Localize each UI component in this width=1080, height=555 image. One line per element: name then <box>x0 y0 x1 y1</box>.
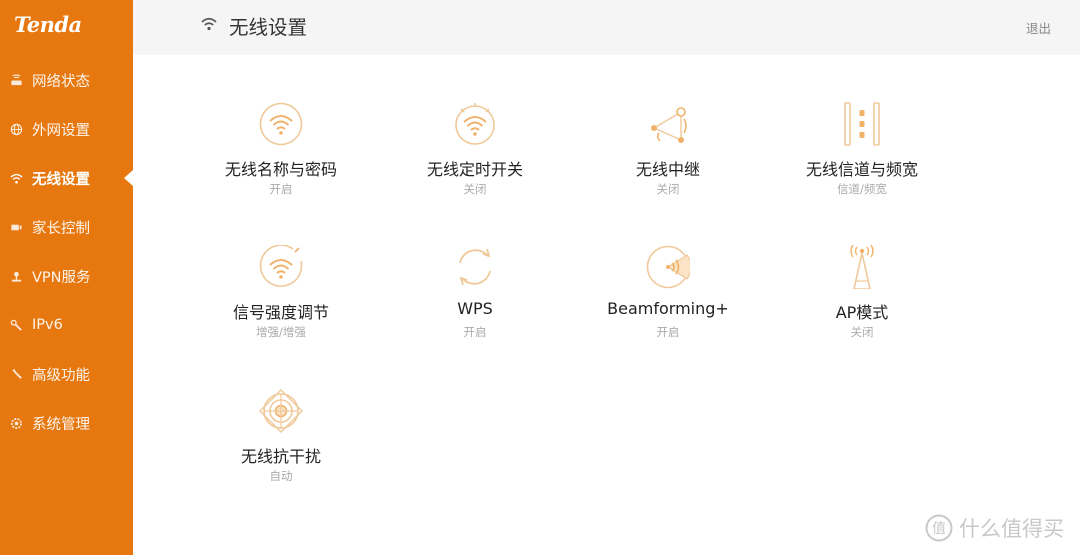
tile-status: 关闭 <box>656 182 680 196</box>
channel-icon <box>840 102 884 146</box>
beamforming-icon <box>646 245 692 289</box>
page-header: 无线设置 退出 <box>133 0 1080 55</box>
anti-interference-icon <box>259 389 303 433</box>
sidebar-item-label: VPN服务 <box>32 269 91 286</box>
globe-icon <box>9 122 23 136</box>
sidebar-item-advanced[interactable]: 高级功能 <box>0 354 133 394</box>
sidebar-item-parental-control[interactable]: 家长控制 <box>0 207 133 247</box>
tile-status: 开启 <box>656 325 680 339</box>
tile-beamforming[interactable]: Beamforming+ 开启 <box>578 245 758 355</box>
wps-icon <box>453 245 497 289</box>
gear-icon <box>9 416 23 430</box>
smzdm-logo-icon: 值 <box>925 514 953 542</box>
tile-title: 信号强度调节 <box>232 303 329 322</box>
sidebar-item-ipv6[interactable]: IPv6 <box>0 305 133 345</box>
sidebar-item-vpn[interactable]: VPN服务 <box>0 256 133 296</box>
tile-title: 无线中继 <box>635 160 700 179</box>
logout-link[interactable]: 退出 <box>1026 18 1051 37</box>
tile-status: 关闭 <box>463 182 487 196</box>
tile-status: 关闭 <box>850 325 874 339</box>
tile-status: 信道/频宽 <box>837 182 887 196</box>
tile-title: 无线名称与密码 <box>224 160 337 179</box>
tile-anti-interference[interactable]: 无线抗干扰 自动 <box>191 389 371 499</box>
router-icon <box>9 73 23 87</box>
wifi-icon <box>9 171 23 185</box>
wifi-icon <box>200 15 218 33</box>
sidebar: Tenda 网络状态 外网设置 无线设置 家长控制 VPN服务 IPv6 高级功… <box>0 0 133 555</box>
watermark: 值 什么值得买 <box>925 513 1064 543</box>
sidebar-item-label: 家长控制 <box>32 220 90 237</box>
tile-title: 无线信道与频宽 <box>805 160 918 179</box>
sidebar-item-label: 高级功能 <box>32 367 90 384</box>
tenda-logo: Tenda <box>14 12 82 37</box>
page-title: 无线设置 <box>229 16 308 39</box>
sidebar-item-network-status[interactable]: 网络状态 <box>0 60 133 100</box>
sidebar-item-label: 网络状态 <box>32 73 90 90</box>
wifi-timer-icon <box>453 102 497 146</box>
tile-status: 开启 <box>269 182 293 196</box>
sidebar-item-wireless-settings[interactable]: 无线设置 <box>0 158 133 198</box>
sidebar-item-label: 外网设置 <box>32 122 90 139</box>
sidebar-item-label: 系统管理 <box>32 416 90 433</box>
watermark-text: 什么值得买 <box>959 517 1064 541</box>
tile-wps[interactable]: WPS 开启 <box>385 245 565 355</box>
tile-title: 无线抗干扰 <box>240 447 321 466</box>
tile-title: WPS <box>457 299 493 318</box>
parental-control-icon <box>9 220 23 234</box>
tile-wireless-repeater[interactable]: 无线中继 关闭 <box>578 102 758 212</box>
tile-title: 无线定时开关 <box>426 160 523 179</box>
wifi-circle-icon <box>259 102 303 146</box>
antenna-icon <box>840 244 884 290</box>
sidebar-item-label: 无线设置 <box>32 171 90 188</box>
wrench-icon <box>9 318 23 332</box>
tile-wireless-channel-bandwidth[interactable]: 无线信道与频宽 信道/频宽 <box>772 102 952 212</box>
tools-icon <box>9 367 23 381</box>
tile-title: Beamforming+ <box>607 299 729 318</box>
tile-status: 自动 <box>269 469 293 483</box>
tile-wireless-timer[interactable]: 无线定时开关 关闭 <box>385 102 565 212</box>
sidebar-item-label: IPv6 <box>32 317 63 333</box>
tile-wireless-name-password[interactable]: 无线名称与密码 开启 <box>191 102 371 212</box>
active-indicator <box>124 170 133 186</box>
tile-signal-strength[interactable]: 信号强度调节 增强/增强 <box>191 244 371 355</box>
tile-ap-mode[interactable]: AP模式 关闭 <box>772 244 952 355</box>
signal-strength-icon <box>259 244 303 289</box>
svg-text:值: 值 <box>932 521 946 537</box>
tile-status: 增强/增强 <box>256 325 306 339</box>
sidebar-item-wan-settings[interactable]: 外网设置 <box>0 109 133 149</box>
tile-status: 开启 <box>463 325 487 339</box>
sidebar-item-system-management[interactable]: 系统管理 <box>0 403 133 443</box>
vpn-icon <box>9 269 23 283</box>
tile-title: AP模式 <box>835 303 889 322</box>
repeater-icon <box>646 102 690 146</box>
